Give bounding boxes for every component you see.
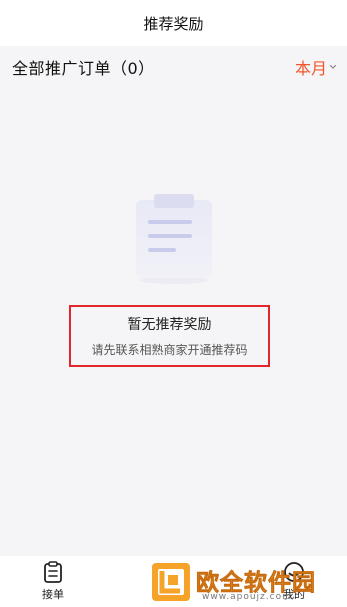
tab-orders[interactable]: 接单 — [28, 561, 78, 602]
bottom-tab-bar: 接单 我的 — [0, 556, 347, 607]
tab-profile-label: 我的 — [283, 588, 305, 601]
period-dropdown[interactable]: 本月 — [295, 55, 337, 79]
chevron-down-icon — [329, 64, 337, 69]
tab-profile[interactable]: 我的 — [269, 561, 319, 602]
tab-orders-label: 接单 — [42, 588, 64, 601]
empty-state-subtitle: 请先联系相熟商家开通推荐码 — [91, 343, 248, 357]
empty-clipboard-icon — [136, 194, 212, 284]
nav-header: 推荐奖励 — [0, 0, 347, 46]
empty-state-title: 暂无推荐奖励 — [127, 317, 212, 333]
empty-state-message: 暂无推荐奖励 请先联系相熟商家开通推荐码 — [69, 305, 270, 367]
order-count-title: 全部推广订单（0） — [12, 59, 155, 78]
filter-row: 全部推广订单（0） 本月 — [0, 46, 347, 88]
profile-icon — [284, 562, 304, 582]
clipboard-icon — [44, 561, 62, 583]
period-label: 本月 — [294, 59, 327, 78]
page-title: 推荐奖励 — [143, 14, 204, 33]
